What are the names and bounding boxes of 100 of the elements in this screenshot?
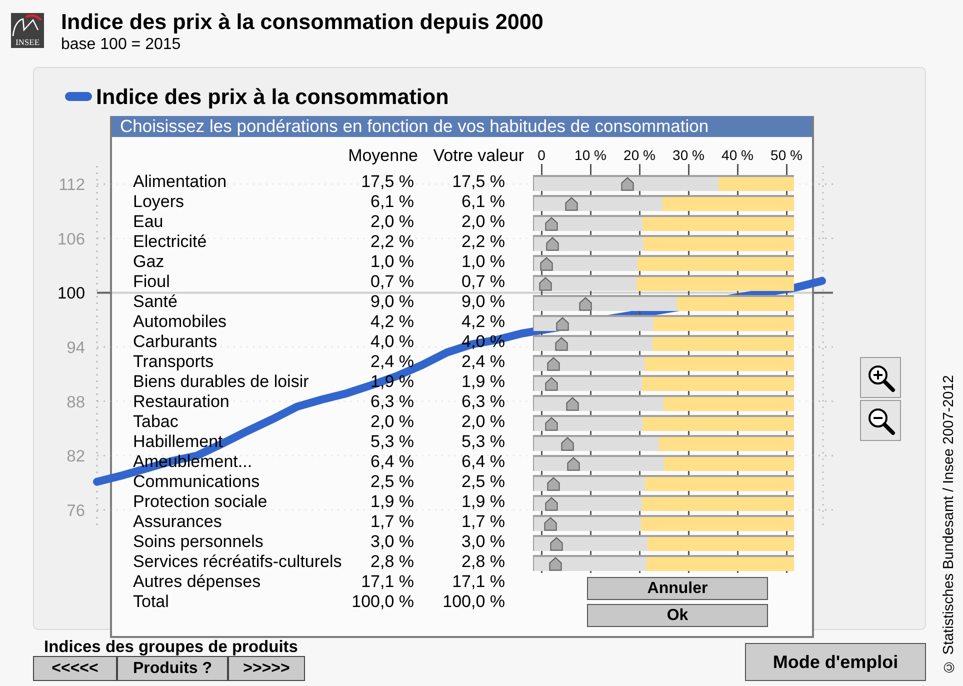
- zoom-out-icon: [866, 406, 896, 436]
- category-label: Tabac: [133, 412, 178, 432]
- average-cell: 9,0 %: [370, 292, 414, 312]
- zoom-in-button[interactable]: [860, 357, 901, 398]
- slider-thumb[interactable]: [545, 417, 558, 431]
- help-button[interactable]: Mode d'emploi: [745, 643, 926, 681]
- average-cell: 1,0 %: [370, 252, 414, 272]
- slider-track[interactable]: [533, 515, 794, 531]
- slider-track[interactable]: [533, 395, 794, 411]
- category-label: Loyers: [133, 192, 184, 212]
- average-cell: 4,2 %: [370, 312, 414, 332]
- value-cell: 1,9 %: [462, 372, 505, 392]
- slider-thumb[interactable]: [554, 337, 568, 351]
- value-cell: 100,0 %: [442, 592, 505, 612]
- slider-thumb[interactable]: [579, 297, 592, 311]
- slider-track[interactable]: [533, 275, 794, 291]
- slider-thumb[interactable]: [621, 177, 634, 191]
- scale-label: 40 %: [720, 146, 754, 164]
- category-label: Soins personnels: [133, 532, 264, 552]
- ok-button[interactable]: Ok: [587, 604, 768, 627]
- slider-thumb[interactable]: [561, 437, 574, 451]
- slider-thumb[interactable]: [566, 397, 580, 411]
- logo-text: INSEE: [15, 37, 40, 47]
- value-cell: 6,4 %: [462, 452, 505, 472]
- value-cell: 4,2 %: [462, 312, 505, 332]
- slider-thumb[interactable]: [565, 197, 578, 211]
- slider-thumb[interactable]: [545, 217, 558, 231]
- slider-track[interactable]: [533, 175, 794, 191]
- axis-tick-label: 100: [57, 284, 85, 303]
- slider-track[interactable]: [533, 415, 794, 431]
- average-cell: 3,0 %: [370, 532, 414, 552]
- slider-track[interactable]: [533, 255, 794, 271]
- value-cell: 1,7 %: [462, 512, 505, 532]
- slider-track[interactable]: [533, 235, 794, 251]
- slider-track[interactable]: [533, 355, 794, 371]
- slider-track[interactable]: [533, 375, 794, 391]
- slider-track[interactable]: [533, 495, 794, 511]
- dialog-title: Choisissez les pondérations en fonction de vos habitudes de consommation: [112, 116, 812, 137]
- value-cell: 2,4 %: [462, 352, 505, 372]
- value-cell: 6,1 %: [462, 192, 505, 212]
- slider-thumb[interactable]: [540, 257, 554, 271]
- cancel-button[interactable]: Annuler: [587, 577, 768, 600]
- category-label: Carburants: [133, 332, 218, 352]
- average-cell: 100,0 %: [352, 592, 414, 612]
- slider-track[interactable]: [533, 295, 794, 311]
- groups-label: Indices des groupes de produits: [43, 638, 299, 656]
- category-label: Total: [133, 592, 169, 612]
- category-label: Restauration: [133, 392, 230, 412]
- average-cell: 4,0 %: [370, 332, 414, 352]
- slider-thumb[interactable]: [547, 477, 560, 491]
- average-cell: 2,0 %: [370, 212, 414, 232]
- slider-thumb[interactable]: [556, 317, 569, 331]
- value-cell: 5,3 %: [462, 432, 505, 452]
- category-label: Protection sociale: [133, 492, 268, 512]
- category-label: Communications: [133, 472, 260, 492]
- copyright-text: © Statistisches Bundesamt / Insee 2007-2012: [941, 375, 957, 675]
- value-cell: 0,7 %: [462, 272, 505, 292]
- slider-thumb[interactable]: [538, 277, 552, 291]
- average-cell: 2,0 %: [370, 412, 414, 432]
- value-cell: 2,0 %: [462, 212, 505, 232]
- slider-track[interactable]: [533, 195, 794, 211]
- slider-track[interactable]: [533, 555, 794, 571]
- slider-track[interactable]: [533, 335, 794, 351]
- category-label: Alimentation: [133, 172, 227, 192]
- slider-track[interactable]: [533, 215, 794, 231]
- next-button[interactable]: >>>>>: [228, 656, 305, 681]
- slider-thumb[interactable]: [544, 517, 556, 531]
- scale-label: 20 %: [622, 146, 656, 164]
- axis-tick-label: 76: [66, 502, 85, 520]
- slider-thumb[interactable]: [550, 537, 563, 551]
- slider-track[interactable]: [533, 475, 794, 491]
- logo-emblem-icon: [11, 13, 44, 37]
- category-label: Services récréatifs-culturels: [133, 552, 342, 572]
- slider-track[interactable]: [533, 435, 794, 451]
- scale-label: 10 %: [574, 146, 608, 164]
- average-cell: 0,7 %: [370, 272, 414, 292]
- slider-track[interactable]: [533, 535, 794, 551]
- average-cell: 2,8 %: [370, 552, 414, 572]
- average-cell: 6,1 %: [370, 192, 414, 212]
- category-label: Automobiles: [133, 312, 227, 332]
- slider-track[interactable]: [533, 315, 794, 331]
- value-cell: 2,8 %: [462, 552, 505, 572]
- category-label: Gaz: [133, 252, 164, 272]
- products-button[interactable]: Produits ?: [117, 656, 228, 681]
- slider-track[interactable]: [533, 455, 794, 471]
- value-cell: 6,3 %: [462, 392, 505, 412]
- slider-thumb[interactable]: [547, 357, 560, 371]
- zoom-out-button[interactable]: [860, 400, 901, 441]
- slider-thumb[interactable]: [548, 557, 562, 571]
- slider-thumb[interactable]: [544, 377, 558, 391]
- previous-button[interactable]: <<<<<: [33, 656, 117, 681]
- average-cell: 6,3 %: [370, 392, 414, 412]
- category-label: Assurances: [133, 512, 222, 532]
- average-cell: 2,5 %: [370, 472, 414, 492]
- slider-thumb[interactable]: [544, 497, 558, 511]
- axis-tick-label: 88: [66, 393, 85, 412]
- average-cell: 2,2 %: [370, 232, 414, 252]
- slider-thumb[interactable]: [566, 457, 580, 471]
- column-header: Moyenne: [348, 146, 418, 166]
- slider-thumb[interactable]: [546, 237, 559, 251]
